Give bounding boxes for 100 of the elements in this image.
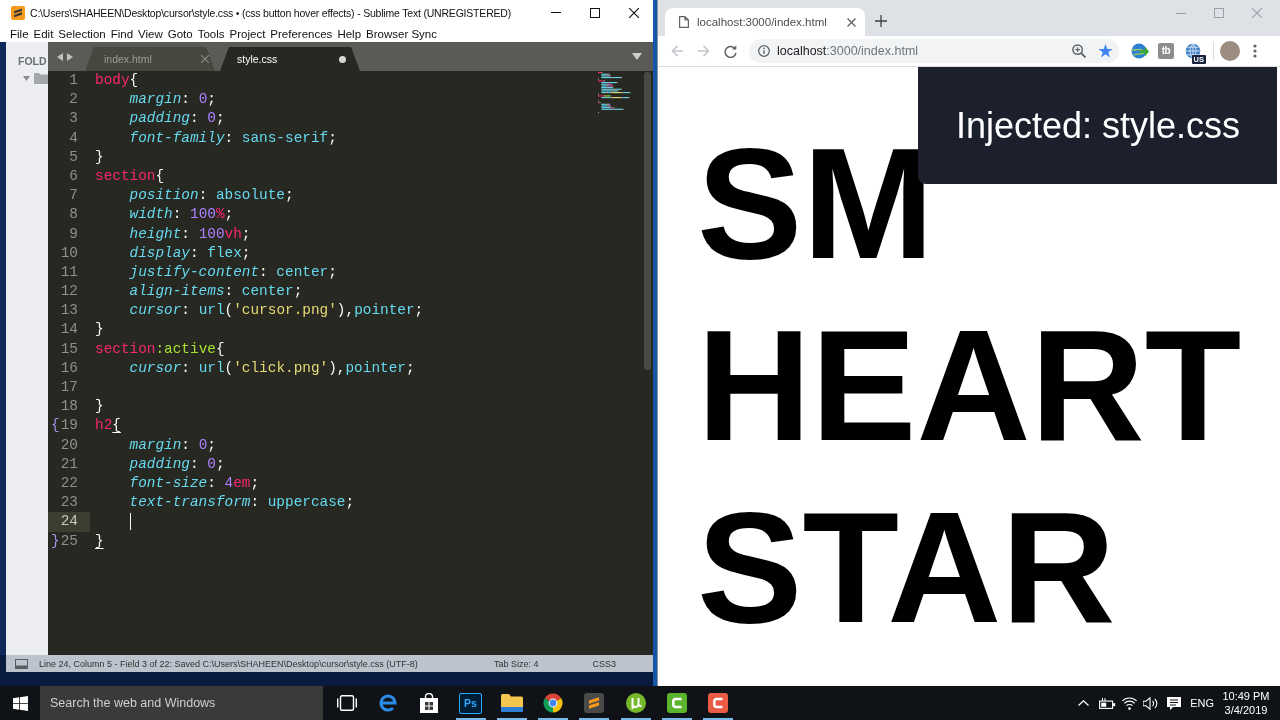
fold-marker[interactable]: { xyxy=(48,416,60,436)
menu-item[interactable]: File xyxy=(10,27,29,40)
code-line: h2{ xyxy=(95,416,121,436)
zoom-icon[interactable] xyxy=(1072,44,1086,58)
language-indicator[interactable]: ENG xyxy=(1190,697,1214,709)
status-message: Line 24, Column 5 - Field 3 of 22: Saved C:\Users\SHAHEEN\Desktop\cursor\style.css (UTF-8) xyxy=(39,658,419,669)
code-line: display: flex; xyxy=(129,243,251,263)
menu-item[interactable]: Tools xyxy=(197,27,225,40)
code-line: cursor: url('cursor.png'),pointer; xyxy=(129,301,424,321)
windows-logo-icon xyxy=(12,695,28,711)
line-number: 1 xyxy=(68,71,79,90)
task-view-icon xyxy=(336,695,357,711)
code-line: margin: 0; xyxy=(129,435,216,455)
line-number: 4 xyxy=(68,128,79,148)
maximize-icon[interactable] xyxy=(589,7,600,18)
page-heading: STAR xyxy=(697,478,1116,657)
minimap[interactable] xyxy=(598,72,631,114)
line-number: 3 xyxy=(68,109,79,129)
line-number: 8 xyxy=(68,205,79,225)
info-icon[interactable] xyxy=(758,45,770,57)
expand-triangle-icon[interactable] xyxy=(23,76,30,81)
battery-plug-icon[interactable] xyxy=(1099,697,1117,709)
line-number: 23 xyxy=(59,493,79,513)
menu-item[interactable]: Selection xyxy=(58,27,106,40)
menu-item[interactable]: Help xyxy=(337,27,362,40)
code-line: align-items: center; xyxy=(129,282,303,302)
line-number: 24 xyxy=(48,512,90,532)
menu-item[interactable]: Find xyxy=(110,27,134,40)
code-line: padding: 0; xyxy=(129,454,225,474)
line-number: 10 xyxy=(59,243,79,263)
menu-item[interactable]: Preferences xyxy=(270,27,333,40)
address-bar[interactable]: localhost:3000/index.html xyxy=(749,39,1119,63)
line-number: 20 xyxy=(59,435,79,455)
fold-marker[interactable]: } xyxy=(48,531,60,551)
menu-item[interactable]: Edit xyxy=(33,27,54,40)
url-text: localhost:3000/index.html xyxy=(777,44,919,58)
code-line: height: 100vh; xyxy=(129,224,251,244)
line-number: 2 xyxy=(68,90,79,110)
letter-tile: Ps xyxy=(459,692,483,714)
code-line: } xyxy=(95,320,104,340)
menu-item[interactable]: Goto xyxy=(167,27,193,40)
line-number: 25 xyxy=(59,531,79,551)
syntax-setting[interactable]: CSS3 xyxy=(592,658,616,669)
wifi-icon[interactable] xyxy=(1122,696,1138,710)
sidebar-heading: FOLD xyxy=(18,55,47,68)
code-line: cursor: url('click.png'),pointer; xyxy=(129,358,415,378)
panel-icon[interactable] xyxy=(15,658,28,669)
code-line: } xyxy=(95,531,104,551)
folder-icon xyxy=(34,73,48,84)
page-heading: HEART xyxy=(697,296,1242,475)
volume-icon[interactable] xyxy=(1143,696,1159,710)
minimize-icon[interactable] xyxy=(550,12,561,13)
mu-logo-icon xyxy=(625,693,646,713)
code-line: font-family: sans-serif; xyxy=(129,128,337,148)
reload-icon[interactable] xyxy=(724,44,737,58)
line-number: 19 xyxy=(59,416,79,436)
line-number: 14 xyxy=(59,320,79,340)
code-line: } xyxy=(95,147,104,167)
new-tab-plus-icon[interactable] xyxy=(875,15,887,27)
editor-tab[interactable]: style.css xyxy=(220,47,360,71)
tab-size-setting[interactable]: Tab Size: 4 xyxy=(493,658,539,669)
editor-tab[interactable]: index.html xyxy=(85,47,215,71)
line-number: 16 xyxy=(59,358,79,378)
text-cursor xyxy=(129,513,132,531)
code-line: text-transform: uppercase; xyxy=(129,493,355,513)
clock-time[interactable]: 10:49 PM xyxy=(1222,689,1270,703)
left-triangle-icon[interactable] xyxy=(57,52,63,61)
scrollbar-thumb[interactable] xyxy=(644,72,651,370)
code-line: section:active{ xyxy=(95,339,225,359)
line-number: 22 xyxy=(59,473,79,493)
line-number: 12 xyxy=(59,282,79,302)
close-icon[interactable] xyxy=(847,17,856,27)
star-icon[interactable] xyxy=(1098,44,1113,58)
line-number: 21 xyxy=(59,454,79,474)
menu-icon[interactable] xyxy=(1253,44,1257,58)
menu-item[interactable]: Project xyxy=(229,27,266,40)
code-line: padding: 0; xyxy=(129,109,225,129)
avatar[interactable] xyxy=(1220,41,1240,61)
code-line: margin: 0; xyxy=(129,90,216,110)
line-number: 5 xyxy=(68,147,79,167)
chevron-up-icon[interactable] xyxy=(1078,700,1090,706)
menu-item[interactable]: Browser Sync xyxy=(366,27,437,40)
notification-icon[interactable] xyxy=(1167,696,1182,710)
right-triangle-icon[interactable] xyxy=(67,52,73,61)
line-number: 18 xyxy=(59,397,79,417)
line-number: 11 xyxy=(59,262,79,282)
window-title: C:\Users\SHAHEEN\Desktop\cursor\style.css • (css button hover effects) - Sublime Text (UNREGISTERED) xyxy=(30,6,511,19)
clock-date[interactable]: 3/4/2019 xyxy=(1224,703,1268,717)
menu-item[interactable]: View xyxy=(138,27,163,40)
line-number: 15 xyxy=(59,339,79,359)
code-line: section{ xyxy=(95,166,165,186)
dropdown-caret-icon[interactable] xyxy=(632,53,642,60)
s-logo-icon xyxy=(584,693,605,713)
browser-tab[interactable]: localhost:3000/index.html xyxy=(665,8,865,36)
search-field[interactable]: Search the web and Windows xyxy=(40,686,323,720)
code-line: } xyxy=(95,397,104,417)
line-number: 9 xyxy=(68,224,79,244)
e-logo-icon xyxy=(377,693,398,713)
code-line: font-size: 4em; xyxy=(129,473,260,493)
close-icon[interactable] xyxy=(628,7,639,18)
